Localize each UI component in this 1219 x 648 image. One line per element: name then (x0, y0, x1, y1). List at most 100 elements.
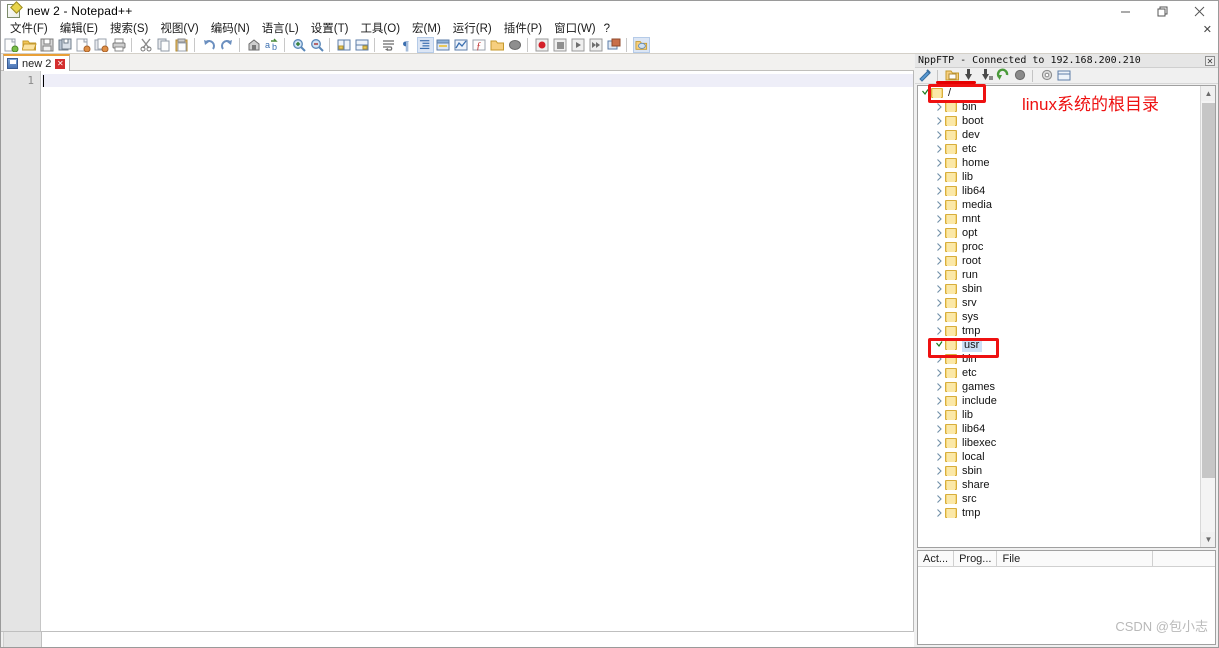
messages-icon[interactable] (1057, 68, 1073, 83)
log-col-progress[interactable]: Prog... (954, 551, 998, 566)
menu-window[interactable]: 窗口(W) (548, 21, 602, 37)
tree-row[interactable]: libexec (918, 436, 1199, 450)
chevron-right-icon[interactable] (934, 366, 945, 380)
chevron-right-icon[interactable] (934, 156, 945, 170)
menu-plugins[interactable]: 插件(P) (498, 21, 548, 37)
replace-icon[interactable]: ab (264, 37, 281, 53)
tree-row[interactable]: lib64 (918, 422, 1199, 436)
chevron-right-icon[interactable] (934, 240, 945, 254)
cut-icon[interactable] (138, 37, 155, 53)
chevron-down-icon[interactable] (934, 338, 945, 352)
remote-file-tree[interactable]: / bin boot dev etc home lib lib64 media mnt opt pro… (917, 85, 1216, 548)
indent-guide-icon[interactable] (417, 37, 434, 53)
log-col-file[interactable]: File (997, 551, 1153, 566)
zoom-in-icon[interactable] (291, 37, 308, 53)
chevron-right-icon[interactable] (934, 352, 945, 366)
save-icon[interactable] (39, 37, 56, 53)
settings-icon[interactable] (1040, 68, 1056, 83)
chevron-down-icon[interactable] (920, 86, 931, 100)
chevron-right-icon[interactable] (934, 100, 945, 114)
menu-file[interactable]: 文件(F) (4, 21, 54, 37)
scroll-down-icon[interactable]: ▼ (1201, 532, 1215, 547)
user-defined-dialog-icon[interactable] (435, 37, 452, 53)
menu-encoding[interactable]: 编码(N) (205, 21, 256, 37)
show-doc-map-icon[interactable] (453, 37, 470, 53)
chevron-right-icon[interactable] (934, 394, 945, 408)
tree-row[interactable]: include (918, 394, 1199, 408)
tree-row[interactable]: usr (918, 338, 1199, 352)
minimize-icon[interactable] (1107, 1, 1144, 21)
word-wrap-icon[interactable] (381, 37, 398, 53)
undo-icon[interactable] (201, 37, 218, 53)
menu-help[interactable]: ? (602, 21, 616, 37)
tree-row[interactable]: mnt (918, 212, 1199, 226)
paste-icon[interactable] (174, 37, 191, 53)
chevron-right-icon[interactable] (934, 170, 945, 184)
editor-area[interactable]: 1 (1, 71, 914, 631)
menu-edit[interactable]: 编辑(E) (54, 21, 104, 37)
tree-row[interactable]: etc (918, 142, 1199, 156)
close-file-icon[interactable] (75, 37, 92, 53)
chevron-right-icon[interactable] (934, 506, 945, 520)
tree-row[interactable]: tmp (918, 324, 1199, 338)
chevron-right-icon[interactable] (934, 324, 945, 338)
chevron-right-icon[interactable] (934, 422, 945, 436)
tree-row[interactable]: sbin (918, 464, 1199, 478)
chevron-right-icon[interactable] (934, 436, 945, 450)
connect-icon[interactable] (918, 68, 934, 83)
tree-row[interactable]: lib (918, 408, 1199, 422)
show-all-chars-icon[interactable]: ¶ (399, 37, 416, 53)
print-icon[interactable] (111, 37, 128, 53)
menu-settings[interactable]: 设置(T) (305, 21, 355, 37)
chevron-right-icon[interactable] (934, 198, 945, 212)
close-document-icon[interactable]: ✕ (1203, 23, 1212, 36)
maximize-icon[interactable] (1144, 1, 1181, 21)
tree-row[interactable]: lib64 (918, 184, 1199, 198)
save-all-icon[interactable] (57, 37, 74, 53)
tree-row[interactable]: local (918, 450, 1199, 464)
tree-row[interactable]: tmp (918, 506, 1199, 520)
tree-row[interactable]: dev (918, 128, 1199, 142)
chevron-right-icon[interactable] (934, 226, 945, 240)
close-icon[interactable] (1181, 1, 1218, 21)
chevron-right-icon[interactable] (934, 310, 945, 324)
menu-view[interactable]: 视图(V) (154, 21, 204, 37)
chevron-right-icon[interactable] (934, 408, 945, 422)
chevron-right-icon[interactable] (934, 184, 945, 198)
tab-close-icon[interactable]: ✕ (55, 58, 66, 69)
tree-row[interactable]: proc (918, 240, 1199, 254)
stop-macro-icon[interactable] (552, 37, 569, 53)
menu-search[interactable]: 搜索(S) (104, 21, 154, 37)
chevron-right-icon[interactable] (934, 254, 945, 268)
code-text-area[interactable] (42, 71, 913, 631)
nppftp-icon[interactable] (633, 37, 650, 53)
zoom-out-icon[interactable] (309, 37, 326, 53)
chevron-right-icon[interactable] (934, 478, 945, 492)
redo-icon[interactable] (219, 37, 236, 53)
play-macro-icon[interactable] (570, 37, 587, 53)
copy-icon[interactable] (156, 37, 173, 53)
refresh-icon[interactable] (996, 68, 1012, 83)
record-macro-icon[interactable] (534, 37, 551, 53)
nppftp-close-icon[interactable]: ✕ (1205, 56, 1215, 66)
function-list-icon[interactable]: ƒ (471, 37, 488, 53)
chevron-right-icon[interactable] (934, 282, 945, 296)
menu-language[interactable]: 语言(L) (256, 21, 305, 37)
tree-row[interactable]: games (918, 380, 1199, 394)
tree-row[interactable]: srv (918, 296, 1199, 310)
tree-row[interactable]: etc (918, 366, 1199, 380)
open-file-icon[interactable] (21, 37, 38, 53)
menu-macro[interactable]: 宏(M) (406, 21, 447, 37)
abort-icon[interactable] (1013, 68, 1029, 83)
menu-tools[interactable]: 工具(O) (354, 21, 406, 37)
tree-row[interactable]: lib (918, 170, 1199, 184)
tree-row[interactable]: home (918, 156, 1199, 170)
tree-row[interactable]: sys (918, 310, 1199, 324)
chevron-right-icon[interactable] (934, 142, 945, 156)
chevron-right-icon[interactable] (934, 380, 945, 394)
scroll-up-icon[interactable]: ▲ (1201, 86, 1215, 101)
sync-horizontal-icon[interactable] (354, 37, 371, 53)
chevron-right-icon[interactable] (934, 464, 945, 478)
chevron-right-icon[interactable] (934, 296, 945, 310)
tree-row[interactable]: root (918, 254, 1199, 268)
